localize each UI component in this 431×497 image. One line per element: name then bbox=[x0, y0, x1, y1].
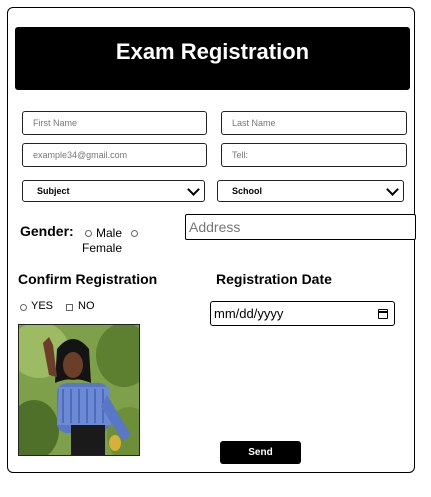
gender-female-label: Female bbox=[82, 241, 123, 255]
school-select[interactable]: School bbox=[217, 180, 404, 202]
confirm-no-label: NO bbox=[78, 300, 95, 312]
calendar-icon[interactable] bbox=[378, 308, 388, 319]
date-value: mm/dd/yyyy bbox=[214, 306, 284, 321]
subject-select[interactable]: Subject bbox=[22, 180, 205, 202]
email-input[interactable] bbox=[22, 143, 207, 167]
tel-input[interactable] bbox=[221, 143, 407, 167]
address-input[interactable] bbox=[185, 214, 416, 240]
school-select-value: School bbox=[232, 186, 263, 196]
gender-male-radio[interactable] bbox=[85, 230, 92, 237]
confirm-yes-radio[interactable] bbox=[20, 304, 27, 311]
send-button[interactable]: Send bbox=[220, 441, 301, 464]
chevron-down-icon bbox=[386, 182, 399, 196]
gender-female-radio[interactable] bbox=[131, 230, 138, 237]
first-name-input[interactable] bbox=[22, 111, 207, 135]
confirm-yes-label: YES bbox=[31, 300, 54, 312]
page-title: Exam Registration bbox=[115, 38, 310, 64]
gender-male-label: Male bbox=[96, 226, 123, 240]
confirm-no-radio[interactable] bbox=[66, 304, 73, 311]
last-name-input[interactable] bbox=[221, 111, 407, 135]
registration-date-input[interactable]: mm/dd/yyyy bbox=[210, 301, 395, 326]
confirm-registration-label: Confirm Registration bbox=[18, 271, 158, 287]
profile-photo-art bbox=[19, 325, 139, 455]
registration-date-label: Registration Date bbox=[216, 271, 332, 287]
header-banner: Exam Registration bbox=[15, 27, 410, 90]
gender-label: Gender: bbox=[20, 223, 74, 239]
profile-photo bbox=[18, 324, 140, 456]
chevron-down-icon bbox=[187, 182, 200, 196]
subject-select-value: Subject bbox=[37, 186, 70, 196]
